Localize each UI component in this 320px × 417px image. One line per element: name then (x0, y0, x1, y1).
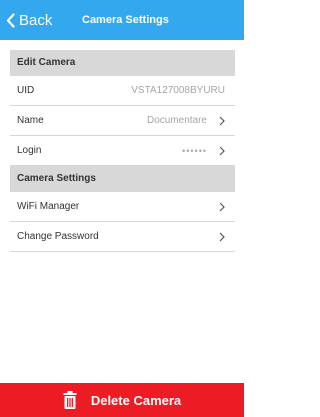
back-label: Back (19, 11, 53, 29)
chevron-left-icon (6, 12, 15, 28)
login-label: Login (17, 145, 42, 156)
wifi-manager-label: WiFi Manager (17, 201, 80, 212)
login-masked-value: •••••• (182, 145, 207, 156)
row-uid: UID VSTA127008BYURU (10, 76, 235, 106)
uid-value: VSTA127008BYURU (131, 85, 225, 96)
page-title: Camera Settings (82, 14, 169, 26)
trash-icon (63, 391, 77, 409)
section-header-camera-settings: Camera Settings (10, 166, 235, 192)
header-bar: Back Camera Settings (0, 0, 244, 40)
back-button[interactable]: Back (6, 0, 52, 40)
settings-list: Edit Camera UID VSTA127008BYURU Name Doc… (10, 50, 235, 252)
uid-label: UID (17, 85, 35, 96)
row-login[interactable]: Login •••••• (10, 136, 235, 166)
chevron-right-icon (219, 146, 225, 155)
delete-camera-label: Delete Camera (90, 392, 182, 408)
change-password-label: Change Password (17, 231, 99, 242)
chevron-right-icon (219, 116, 225, 125)
row-name[interactable]: Name Documentare (10, 106, 235, 136)
name-value: Documentare (146, 115, 207, 126)
delete-camera-button[interactable]: Delete Camera (0, 383, 244, 417)
section-header-edit-camera: Edit Camera (10, 50, 235, 76)
settings-content: Edit Camera UID VSTA127008BYURU Name Doc… (0, 40, 244, 383)
chevron-right-icon (219, 232, 225, 241)
chevron-right-icon (219, 202, 225, 211)
row-wifi-manager[interactable]: WiFi Manager (10, 192, 235, 222)
row-change-password[interactable]: Change Password (10, 222, 235, 252)
name-label: Name (17, 115, 44, 126)
